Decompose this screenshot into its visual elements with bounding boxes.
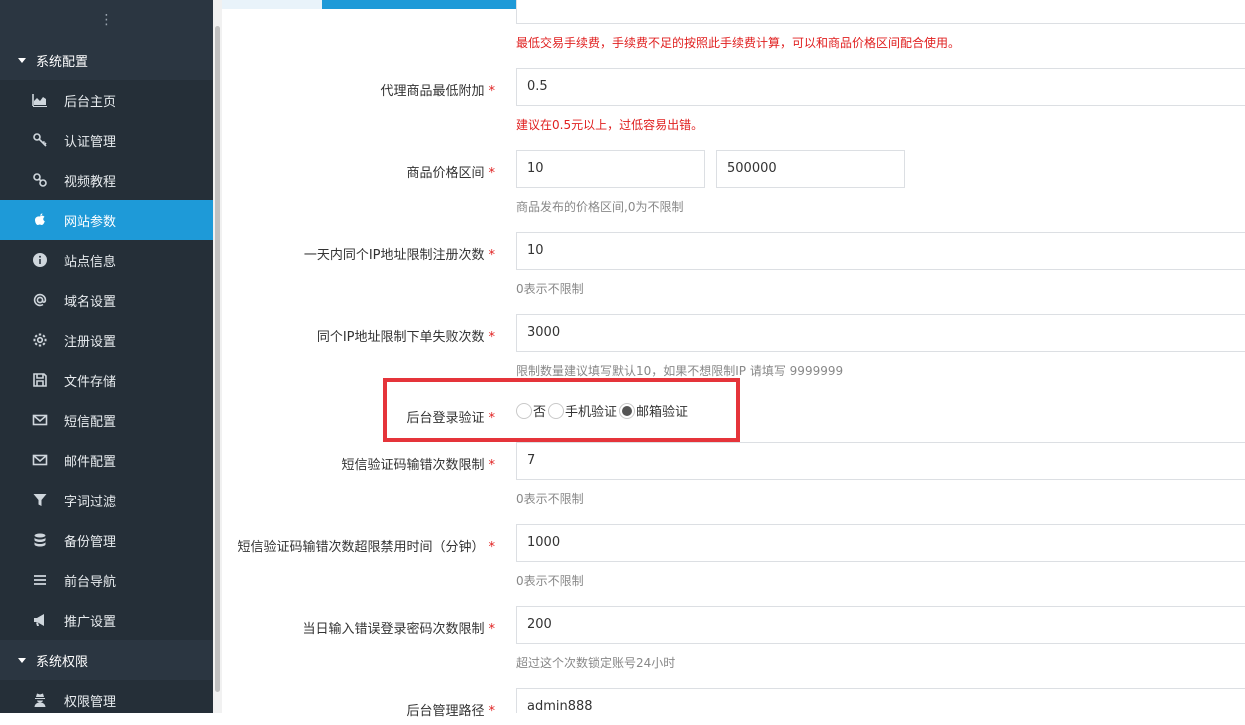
sidebar-group-label: 系统配置 — [36, 54, 89, 70]
pwd-err-limit-hint: 超过这个次数锁定账号24小时 — [516, 656, 676, 670]
pwd-err-limit-label: 当日输入错误登录密码次数限制 * — [302, 622, 495, 637]
sidebar-group-items: 权限管理 — [0, 680, 213, 713]
sidebar-item-label: 域名设置 — [64, 294, 117, 310]
settings-form: 最低交易手续费，手续费不足的按照此手续费计算，可以和商品价格区间配合使用。 代理… — [222, 0, 1245, 719]
radio-circle-checked[interactable] — [619, 402, 636, 419]
fee-hint: 最低交易手续费，手续费不足的按照此手续费计算，可以和商品价格区间配合使用。 — [516, 36, 961, 50]
login-verify-radio-group: 否 手机验证 邮箱验证 — [516, 401, 690, 420]
caret-down-icon — [18, 57, 26, 63]
login-verify-label: 后台登录验证 * — [406, 411, 495, 426]
sidebar-group-0[interactable]: 系统配置 — [0, 40, 213, 80]
ip-reg-limit-hint: 0表示不限制 — [516, 282, 584, 296]
scrollbar-thumb[interactable] — [215, 26, 220, 692]
price-range-min-input[interactable]: 10 — [516, 150, 705, 188]
sidebar-item-label: 视频教程 — [64, 174, 117, 190]
sidebar-item[interactable]: 注册设置 — [0, 320, 213, 360]
sidebar-item-label: 后台主页 — [64, 94, 117, 110]
sidebar-item[interactable]: 短信配置 — [0, 400, 213, 440]
ip-reg-limit-label: 一天内同个IP地址限制注册次数 * — [303, 248, 495, 263]
sms-err-limit-input[interactable]: 7 — [516, 442, 1245, 480]
pwd-err-limit-input[interactable]: 200 — [516, 606, 1245, 644]
sidebar-item-label: 字词过滤 — [64, 494, 117, 510]
agent-min-add-hint: 建议在0.5元以上，过低容易出错。 — [516, 118, 704, 132]
login-verify-option-none[interactable]: 否 — [516, 401, 546, 420]
sidebar-item-label: 前台导航 — [64, 574, 117, 590]
agent-min-add-input[interactable]: 0.5 — [516, 68, 1245, 106]
sidebar-item[interactable]: 后台主页 — [0, 80, 213, 120]
sidebar-item[interactable]: 邮件配置 — [0, 440, 213, 480]
sidebar-item-label: 站点信息 — [64, 254, 117, 270]
sms-err-limit-hint: 0表示不限制 — [516, 492, 584, 506]
sidebar-item[interactable]: 推广设置 — [0, 600, 213, 640]
key-icon — [30, 132, 50, 148]
database-icon — [30, 532, 50, 548]
sidebar-item[interactable]: 文件存储 — [0, 360, 213, 400]
agent-min-add-label: 代理商品最低附加 * — [380, 84, 495, 99]
sidebar-item-label: 邮件配置 — [64, 454, 117, 470]
sidebar-item-label: 短信配置 — [64, 414, 117, 430]
sidebar-item-label: 文件存储 — [64, 374, 117, 390]
sidebar-item[interactable]: 字词过滤 — [0, 480, 213, 520]
admin-path-input[interactable]: admin888 — [516, 688, 1245, 714]
sidebar-group-items: 后台主页认证管理视频教程网站参数站点信息域名设置注册设置文件存储短信配置邮件配置… — [0, 80, 213, 640]
sidebar-item-label: 注册设置 — [64, 334, 117, 350]
info-circle-icon — [30, 252, 50, 268]
sidebar-item-label: 推广设置 — [64, 614, 117, 630]
list-icon — [30, 572, 50, 588]
sidebar-scrollbar[interactable] — [213, 0, 222, 713]
sidebar-item[interactable]: 认证管理 — [0, 120, 213, 160]
sidebar-toggle-icon[interactable]: ⋮ — [0, 0, 213, 40]
sidebar-item[interactable]: 站点信息 — [0, 240, 213, 280]
link-icon — [30, 172, 50, 188]
ip-reg-limit-input[interactable]: 10 — [516, 232, 1245, 270]
login-verify-option-email[interactable]: 邮箱验证 — [619, 401, 688, 420]
gear-icon — [30, 332, 50, 348]
fee-input[interactable] — [516, 0, 1245, 24]
sidebar-item[interactable]: 前台导航 — [0, 560, 213, 600]
radio-circle[interactable] — [516, 402, 532, 419]
caret-down-icon — [18, 657, 26, 663]
user-secret-icon — [30, 692, 50, 708]
ip-order-fail-label: 同个IP地址限制下单失败次数 * — [316, 330, 495, 345]
sidebar-item[interactable]: 域名设置 — [0, 280, 213, 320]
sms-err-limit-label: 短信验证码输错次数限制 * — [341, 458, 495, 473]
apple-icon — [30, 212, 50, 228]
sidebar-item[interactable]: 备份管理 — [0, 520, 213, 560]
login-verify-option-phone[interactable]: 手机验证 — [548, 401, 617, 420]
sidebar-item[interactable]: 视频教程 — [0, 160, 213, 200]
sidebar-item-label: 认证管理 — [64, 134, 117, 150]
filter-icon — [30, 492, 50, 508]
sidebar-item-label: 备份管理 — [64, 534, 117, 550]
radio-circle[interactable] — [548, 402, 565, 419]
sidebar-group-1[interactable]: 系统权限 — [0, 640, 213, 680]
admin-path-label: 后台管理路径 * — [406, 704, 495, 719]
sidebar-item-label: 权限管理 — [64, 694, 117, 710]
ip-order-fail-input[interactable]: 3000 — [516, 314, 1245, 352]
sidebar-group-label: 系统权限 — [36, 654, 89, 670]
envelope-icon — [30, 412, 50, 428]
envelope-icon — [30, 452, 50, 468]
sidebar-item-label: 网站参数 — [64, 214, 117, 230]
sidebar: ⋮ 系统配置后台主页认证管理视频教程网站参数站点信息域名设置注册设置文件存储短信… — [0, 0, 213, 713]
sidebar-item[interactable]: 网站参数 — [0, 200, 213, 240]
ip-order-fail-hint: 限制数量建议填写默认10，如果不想限制IP 请填写 9999999 — [516, 364, 844, 378]
sidebar-item[interactable]: 权限管理 — [0, 680, 213, 713]
price-range-max-input[interactable]: 500000 — [716, 150, 905, 188]
price-range-label: 商品价格区间 * — [406, 166, 495, 181]
bullhorn-icon — [30, 612, 50, 628]
area-chart-icon — [30, 92, 50, 108]
sms-ban-time-label: 短信验证码输错次数超限禁用时间（分钟） * — [237, 540, 495, 555]
sms-ban-time-input[interactable]: 1000 — [516, 524, 1245, 562]
price-range-hint: 商品发布的价格区间,0为不限制 — [516, 200, 684, 214]
at-icon — [30, 292, 50, 308]
floppy-disk-icon — [30, 372, 50, 388]
sms-ban-time-hint: 0表示不限制 — [516, 574, 584, 588]
